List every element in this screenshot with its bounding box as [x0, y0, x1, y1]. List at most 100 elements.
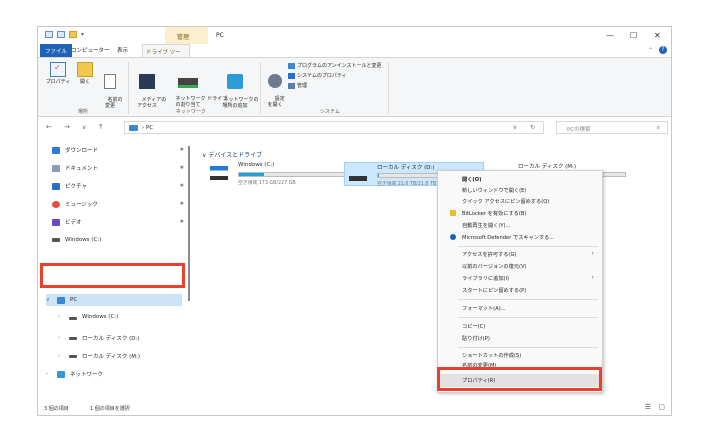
nav-item-pc-windows-c[interactable]: › Windows (C:)	[58, 314, 182, 320]
nav-item-documents[interactable]: ドキュメント ✱	[52, 162, 188, 174]
chevron-right-icon[interactable]: ›	[58, 353, 64, 359]
menu-item-format[interactable]: フォーマット(A)...	[462, 305, 506, 312]
breadcrumb[interactable]: › PC	[142, 125, 153, 131]
search-box[interactable]: PCの検索 ⌕	[556, 121, 668, 134]
defender-icon	[450, 234, 456, 240]
menu-item-create-shortcut[interactable]: ショートカットの作成(S)	[462, 352, 521, 359]
map-network-drive-button[interactable]: ネットワーク ドライブ の割り当て	[166, 62, 227, 114]
drive-usage-fill	[239, 173, 265, 176]
annotation-highlight-properties	[437, 367, 602, 391]
nav-item-network[interactable]: › ネットワーク	[46, 368, 182, 380]
network-icon	[57, 370, 65, 378]
large-icons-view-icon[interactable]: ▢	[658, 403, 665, 411]
new-folder-icon[interactable]	[69, 31, 77, 38]
recent-locations-chevron-icon[interactable]: ∨	[82, 124, 86, 131]
menu-item-paste[interactable]: 貼り付け(P)	[462, 335, 490, 342]
pc-icon	[45, 31, 53, 38]
menu-item-bitlocker[interactable]: BitLocker を有効にする(B)	[462, 210, 526, 217]
system-properties-button[interactable]: システムのプロパティ	[288, 72, 347, 79]
rename-button[interactable]: 名前の 変更	[98, 62, 123, 115]
menu-item-give-access[interactable]: アクセスを許可する(G)	[462, 251, 517, 258]
search-placeholder: PCの検索	[567, 127, 591, 133]
menu-item-defender-scan[interactable]: Microsoft Defender でスキャンする...	[462, 234, 554, 241]
menu-item-autoplay[interactable]: 自動再生を開く(Y)...	[462, 222, 510, 229]
drive-icon	[52, 238, 60, 242]
access-media-button[interactable]: メディアの アクセス	[132, 62, 166, 115]
rename-icon	[104, 74, 116, 89]
section-header[interactable]: ∨ デバイスとドライブ	[202, 150, 262, 159]
manage-button[interactable]: 管理	[288, 82, 307, 89]
tab-drive-tools[interactable]: ドライブ ツール	[142, 44, 190, 64]
menu-item-copy[interactable]: コピー(C)	[462, 323, 485, 330]
drive-usage-bar	[238, 172, 346, 177]
chevron-down-icon[interactable]: ∨	[46, 297, 52, 303]
chevron-right-icon[interactable]: ›	[58, 314, 64, 320]
pin-icon[interactable]: ✱	[180, 219, 184, 225]
nav-item-pc[interactable]: ∨ PC	[46, 294, 182, 306]
windows-drive-icon	[210, 166, 228, 180]
menu-item-pin-start[interactable]: スタートにピン留めする(P)	[462, 287, 526, 294]
menu-item-restore-versions[interactable]: 以前のバージョンの復元(V)	[462, 263, 527, 270]
close-button[interactable]: ✕	[654, 31, 661, 40]
pin-icon[interactable]: ✱	[180, 201, 184, 207]
help-icon[interactable]: ?	[659, 46, 667, 54]
address-row: ← → ∨ ↑ › PC ∨ ↻ PCの検索 ⌕	[38, 117, 671, 138]
tab-view[interactable]: 表示	[114, 46, 131, 54]
maximize-button[interactable]: ☐	[630, 31, 637, 40]
drive-name: ローカル ディスク (D:)	[377, 165, 435, 171]
qat-dropdown-icon[interactable]: ▾	[81, 31, 84, 38]
system-properties-icon	[288, 72, 295, 79]
nav-item-local-disk-m[interactable]: › ローカル ディスク (M:)	[58, 350, 182, 362]
network-location-icon	[227, 74, 243, 89]
tab-computer[interactable]: コンピューター	[68, 46, 113, 54]
menu-separator	[458, 246, 598, 247]
address-dropdown-icon[interactable]: ∨	[513, 124, 517, 131]
breadcrumb-pc[interactable]: PC	[146, 125, 153, 131]
pin-icon[interactable]: ✱	[180, 147, 184, 153]
menu-item-add-to-library[interactable]: ライブラリに追加(I)	[462, 275, 509, 282]
menu-item-open[interactable]: 開く(O)	[462, 176, 482, 183]
up-arrow-icon[interactable]: ↑	[98, 123, 104, 131]
pin-icon[interactable]: ✱	[180, 183, 184, 189]
minimize-button[interactable]: —	[606, 31, 614, 40]
details-view-icon[interactable]: ☰	[645, 403, 651, 411]
properties-icon[interactable]	[57, 31, 65, 38]
system-properties-label: システムのプロパティ	[297, 73, 347, 79]
forward-arrow-icon[interactable]: →	[64, 123, 70, 131]
chevron-right-icon[interactable]: ›	[46, 371, 52, 377]
address-bar[interactable]: › PC ∨ ↻	[124, 121, 544, 134]
open-settings-button[interactable]: 設定 を開く	[264, 62, 286, 114]
drive-tile-c[interactable]: Windows (C:) 空き領域 173 GB/227 GB	[206, 162, 350, 186]
properties-button[interactable]: ✓ プロパティ	[44, 62, 72, 85]
manage-icon	[288, 82, 295, 89]
drive-space: 空き領域 173 GB/227 GB	[238, 181, 296, 186]
context-menu: 開く(O) 新しいウィンドウで開く(E) クイック アクセスにピン留めする(Q)…	[437, 170, 603, 393]
refresh-icon[interactable]: ↻	[530, 124, 535, 131]
nav-item-videos[interactable]: ビデオ ✱	[52, 216, 188, 228]
nav-item-local-disk-d[interactable]: › ローカル ディスク (D:)	[58, 332, 182, 344]
context-tab-label[interactable]: 管理	[177, 32, 189, 41]
open-settings-label: 設定 を開く	[267, 96, 285, 108]
nav-item-label: ネットワーク	[70, 372, 104, 378]
rename-label: 名前の 変更	[104, 97, 123, 109]
nav-item-music[interactable]: ミュージック ✱	[52, 198, 188, 210]
drive-icon	[69, 336, 77, 340]
nav-item-windows-c[interactable]: Windows (C:)	[52, 234, 188, 246]
ribbon-separator	[260, 62, 261, 114]
drive-space: 空き領域 21.6 TB/21.8 TB	[377, 182, 437, 187]
nav-scrollbar[interactable]	[188, 146, 190, 301]
back-arrow-icon[interactable]: ←	[46, 123, 52, 131]
menu-item-pin-quick-access[interactable]: クイック アクセスにピン留めする(Q)	[462, 198, 549, 205]
uninstall-program-button[interactable]: プログラムのアンインストールと変更	[288, 62, 382, 69]
add-network-location-button[interactable]: ネットワークの 場所の追加	[214, 62, 259, 115]
nav-item-pictures[interactable]: ピクチャ ✱	[52, 180, 188, 192]
menu-item-open-new-window[interactable]: 新しいウィンドウで開く(E)	[462, 187, 526, 194]
nav-item-downloads[interactable]: ダウンロード ✱	[52, 144, 188, 156]
ribbon-collapse-icon[interactable]: ⌃	[648, 47, 653, 54]
nav-item-label: ローカル ディスク (D:)	[82, 336, 140, 342]
chevron-right-icon[interactable]: ›	[58, 335, 64, 341]
open-button[interactable]: 開く	[76, 62, 94, 85]
pin-icon[interactable]: ✱	[180, 165, 184, 171]
group-label-location: 場所	[78, 109, 89, 115]
uninstall-label: プログラムのアンインストールと変更	[297, 63, 382, 69]
